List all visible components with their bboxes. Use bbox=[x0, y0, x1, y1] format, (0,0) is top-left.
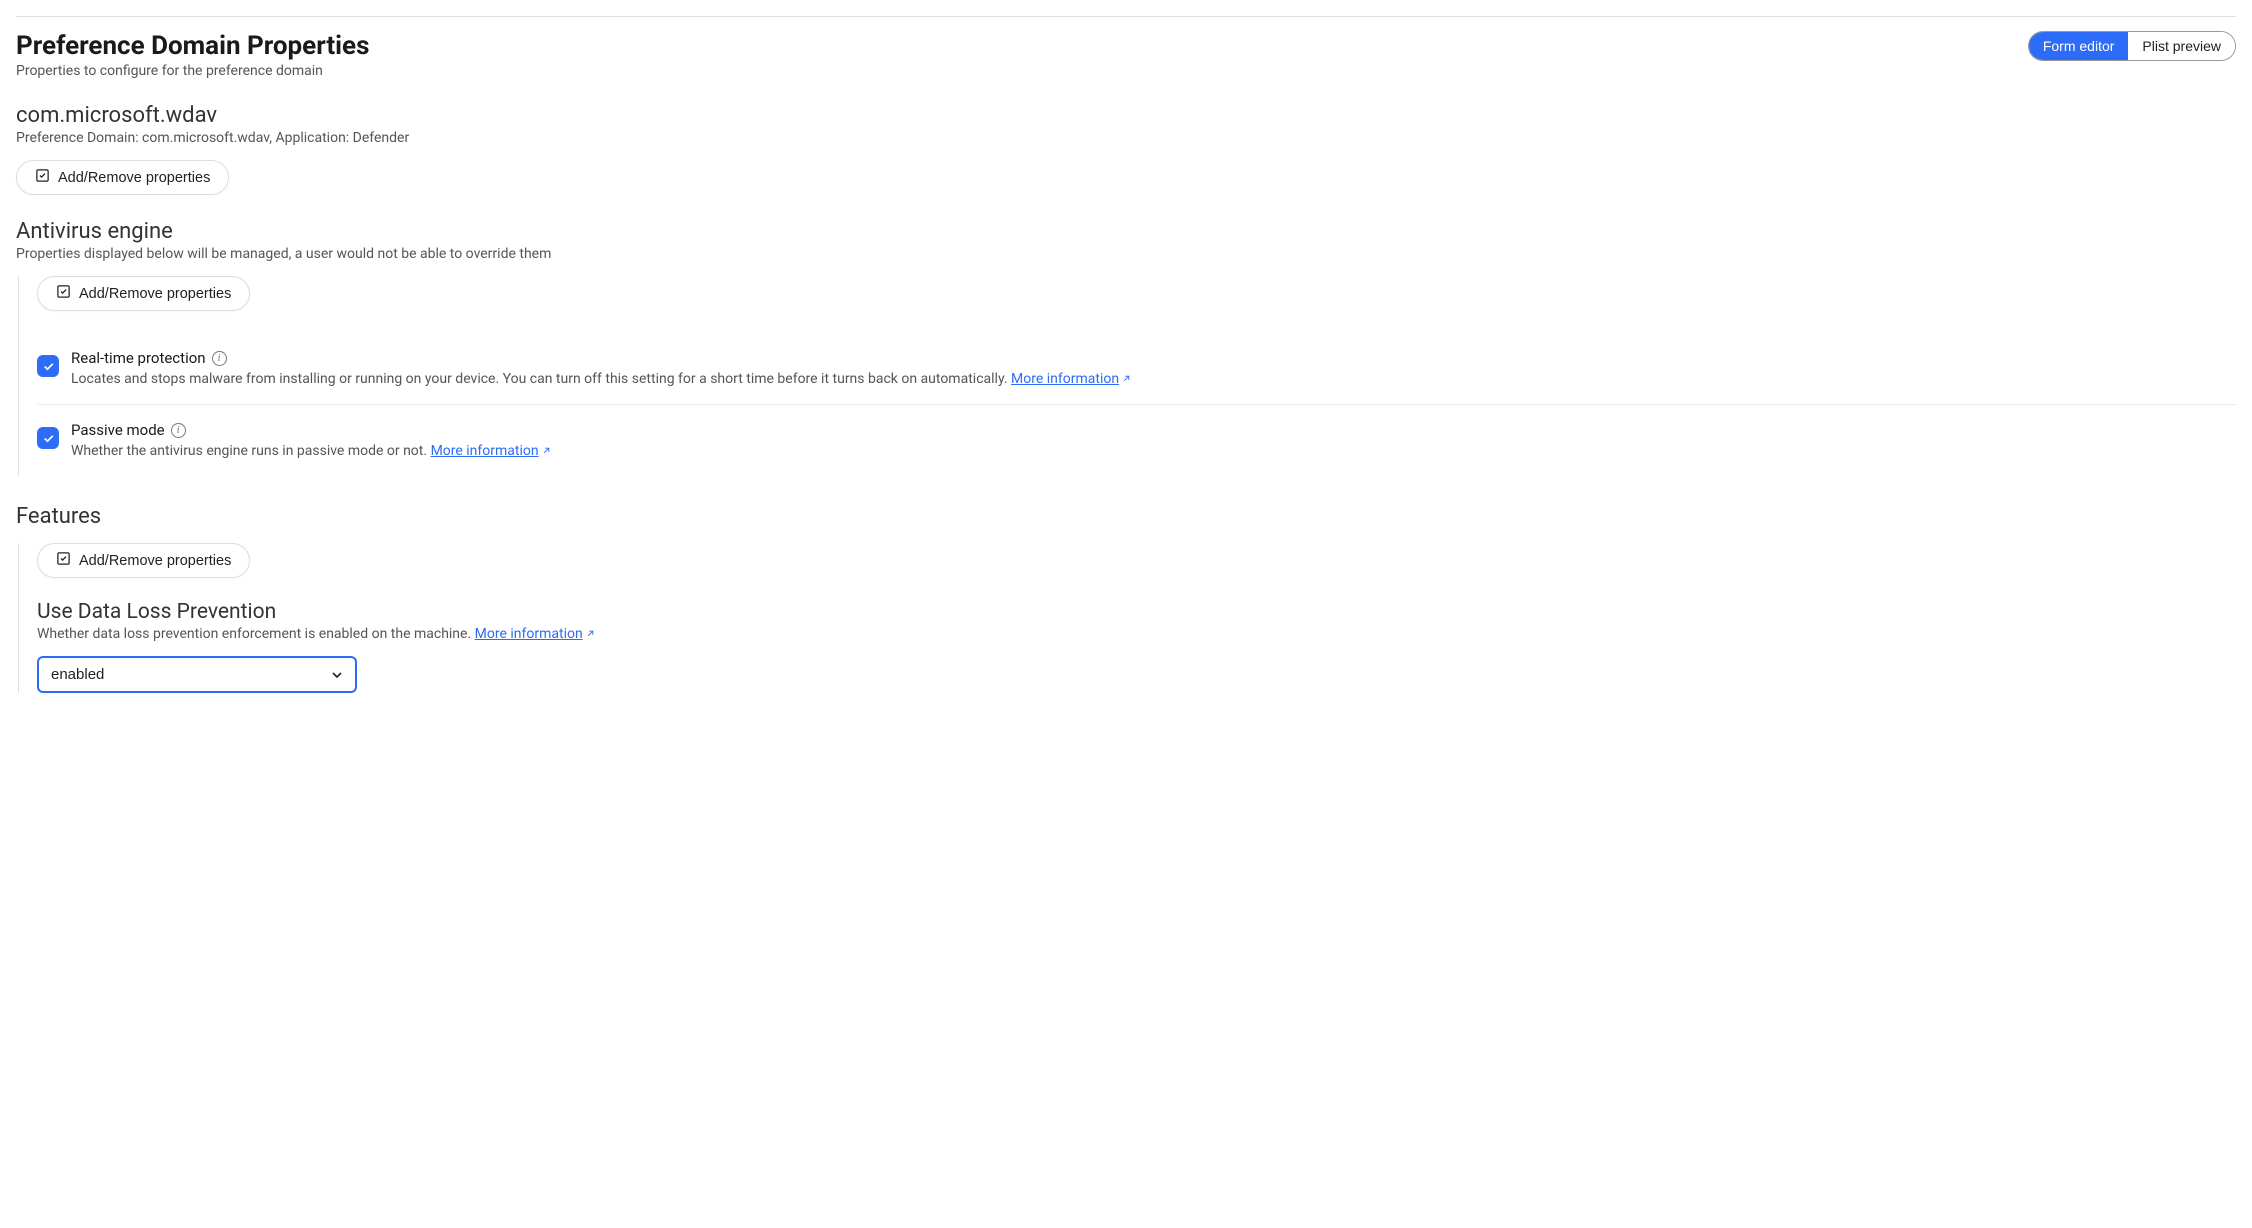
realtime-checkbox[interactable] bbox=[37, 355, 59, 377]
add-remove-properties-button[interactable]: Add/Remove properties bbox=[16, 160, 229, 195]
passive-desc: Whether the antivirus engine runs in pas… bbox=[71, 443, 427, 459]
info-icon[interactable]: i bbox=[212, 351, 227, 366]
add-remove-label: Add/Remove properties bbox=[79, 286, 231, 302]
dlp-title: Use Data Loss Prevention bbox=[37, 600, 2236, 624]
realtime-protection-row: Real-time protection i Locates and stops… bbox=[37, 333, 2236, 404]
add-remove-label: Add/Remove properties bbox=[79, 553, 231, 569]
add-remove-properties-button[interactable]: Add/Remove properties bbox=[37, 276, 250, 311]
form-editor-tab[interactable]: Form editor bbox=[2029, 32, 2129, 60]
domain-meta: Preference Domain: com.microsoft.wdav, A… bbox=[16, 130, 2236, 146]
passive-title: Passive mode bbox=[71, 421, 165, 439]
add-remove-label: Add/Remove properties bbox=[58, 170, 210, 186]
dlp-desc: Whether data loss prevention enforcement… bbox=[37, 626, 471, 642]
antivirus-title: Antivirus engine bbox=[16, 219, 2236, 244]
antivirus-subtitle: Properties displayed below will be manag… bbox=[16, 246, 2236, 262]
more-information-link[interactable]: More information bbox=[431, 443, 552, 459]
passive-checkbox[interactable] bbox=[37, 427, 59, 449]
features-title: Features bbox=[16, 504, 2236, 529]
passive-mode-row: Passive mode i Whether the antivirus eng… bbox=[37, 404, 2236, 476]
domain-name: com.microsoft.wdav bbox=[16, 103, 2236, 128]
checklist-icon bbox=[56, 284, 71, 303]
checklist-icon bbox=[35, 168, 50, 187]
checklist-icon bbox=[56, 551, 71, 570]
info-icon[interactable]: i bbox=[171, 423, 186, 438]
more-information-link[interactable]: More information bbox=[475, 626, 596, 642]
more-information-link[interactable]: More information bbox=[1011, 371, 1132, 387]
divider bbox=[16, 16, 2236, 17]
realtime-desc: Locates and stops malware from installin… bbox=[71, 371, 1008, 387]
plist-preview-tab[interactable]: Plist preview bbox=[2128, 32, 2235, 60]
realtime-title: Real-time protection bbox=[71, 349, 206, 367]
add-remove-properties-button[interactable]: Add/Remove properties bbox=[37, 543, 250, 578]
view-toggle: Form editor Plist preview bbox=[2028, 31, 2236, 61]
page-subtitle: Properties to configure for the preferen… bbox=[16, 63, 369, 79]
dlp-select[interactable]: enabled bbox=[37, 656, 357, 693]
page-title: Preference Domain Properties bbox=[16, 31, 369, 61]
